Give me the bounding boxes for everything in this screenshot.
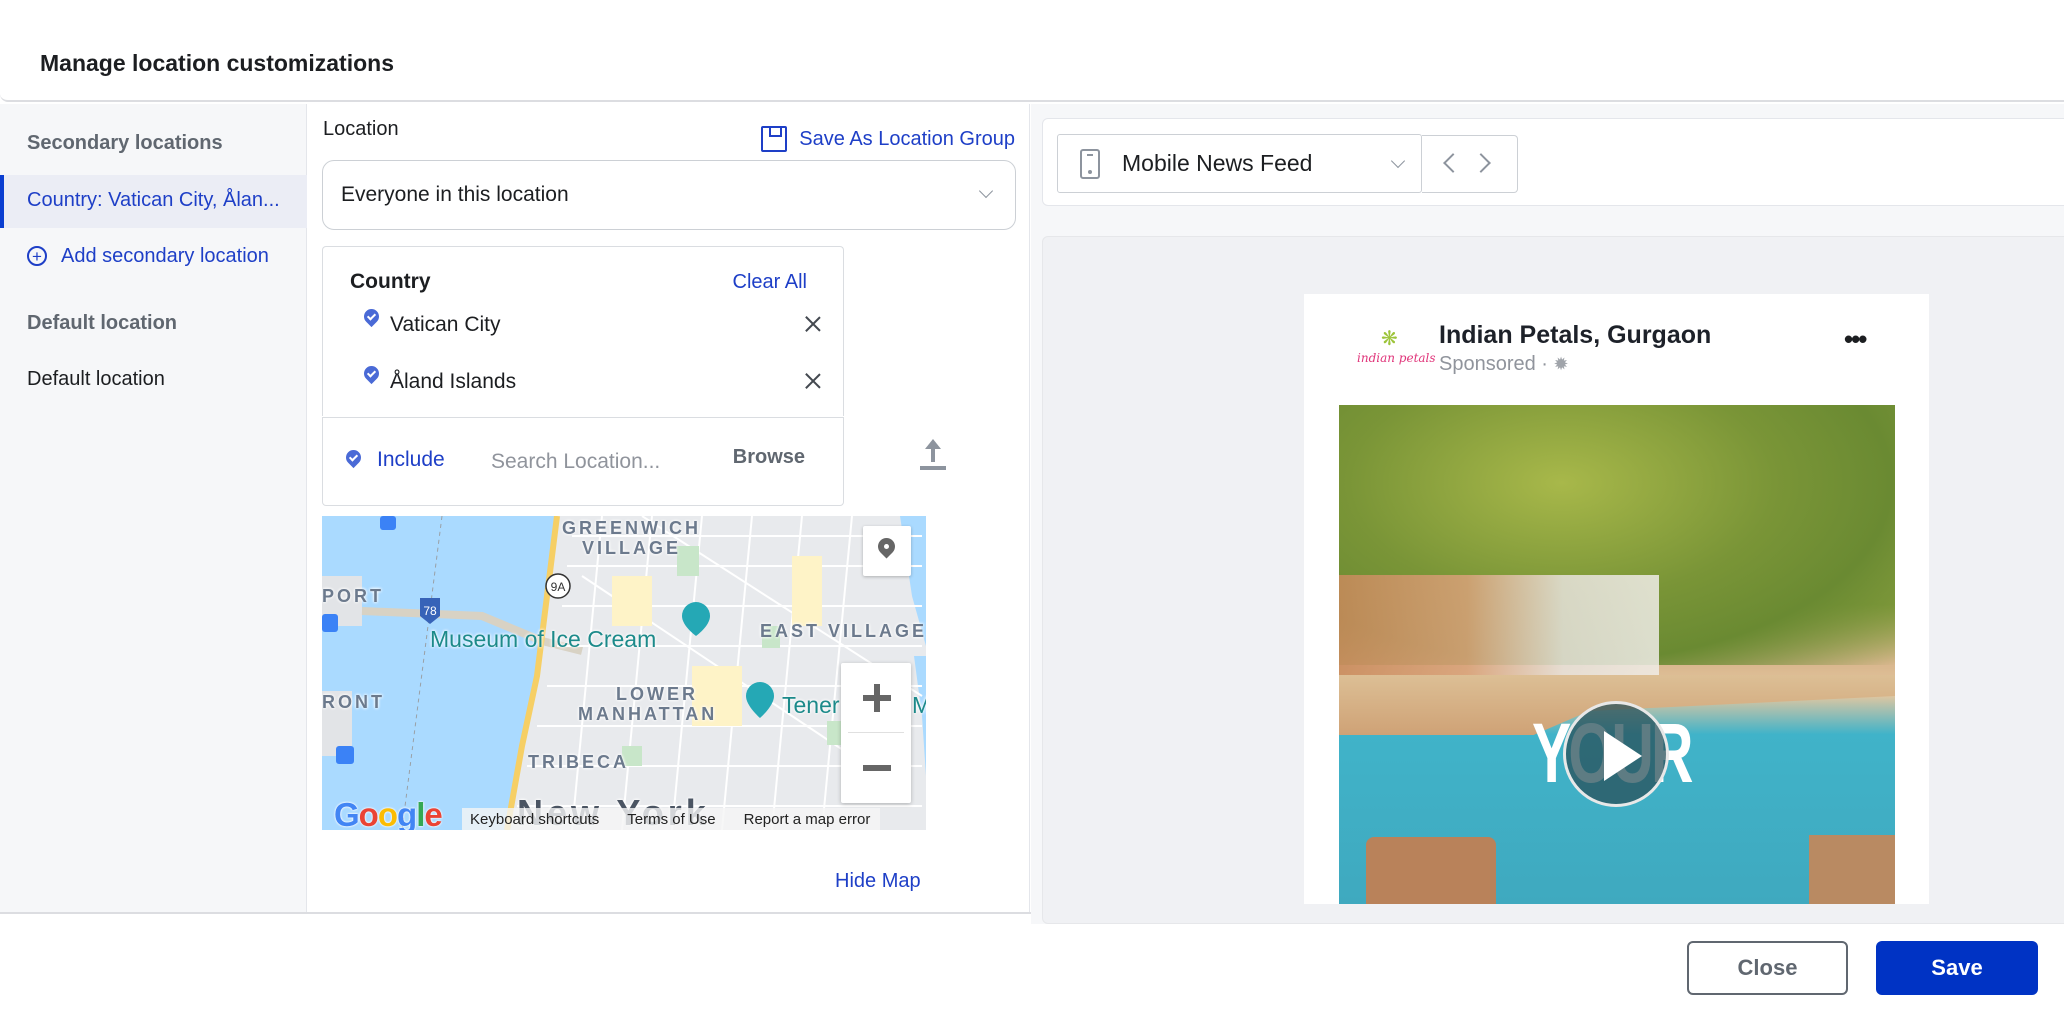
footer-divider	[0, 912, 1031, 914]
location-pin-check-icon	[364, 366, 379, 386]
map-poi-label[interactable]: Mu	[912, 692, 926, 719]
map-neighborhood-label: LOWER	[616, 684, 698, 704]
save-button[interactable]: Save	[1876, 941, 2038, 995]
remove-location-icon[interactable]	[802, 313, 824, 335]
dialog-header: Manage location customizations	[0, 0, 2064, 102]
sidebar-item-default-location[interactable]: Default location	[27, 368, 165, 391]
dialog-title: Manage location customizations	[40, 50, 394, 76]
map-background: 9A 78	[322, 516, 926, 830]
map-neighborhood-label: PORT	[322, 586, 385, 606]
remove-location-icon[interactable]	[802, 370, 824, 392]
location-pin-check-icon	[346, 450, 361, 470]
play-icon[interactable]	[1563, 701, 1669, 807]
preview-canvas: ❋ indian petals Indian Petals, Gurgaon S…	[1042, 236, 2064, 924]
locations-sidebar: Secondary locations Country: Vatican Cit…	[0, 104, 307, 913]
map-poi-label[interactable]: Tener	[782, 692, 840, 719]
map-neighborhood-label: MANHATTAN	[578, 704, 718, 724]
location-pin-check-icon	[364, 309, 379, 329]
sidebar-item-secondary-location[interactable]: Country: Vatican City, Ålan...	[0, 175, 307, 228]
clear-all-link[interactable]: Clear All	[733, 271, 807, 294]
map-poi-label[interactable]: Museum of Ice Cream	[430, 626, 656, 653]
location-panel: Location Save As Location Group Everyone…	[308, 104, 1030, 913]
placement-value: Mobile News Feed	[1122, 150, 1313, 176]
upload-icon[interactable]	[918, 439, 948, 473]
ad-preview-card: ❋ indian petals Indian Petals, Gurgaon S…	[1304, 294, 1929, 904]
ad-video-thumbnail[interactable]: YOUR	[1339, 405, 1895, 904]
map-neighborhood-label: EAST VILLAGE	[760, 621, 926, 641]
include-dropdown[interactable]: Include	[346, 448, 445, 472]
search-location-input[interactable]	[491, 442, 711, 482]
chevron-down-icon	[978, 183, 994, 199]
more-options-icon[interactable]: •••	[1844, 324, 1867, 355]
selected-location-item: Åland Islands	[364, 364, 824, 400]
map-location-pin-button[interactable]	[863, 526, 911, 576]
plus-circle-icon: +	[27, 246, 47, 266]
mobile-phone-icon	[1080, 149, 1100, 179]
add-secondary-location-button[interactable]: + Add secondary location	[27, 242, 269, 270]
hide-map-link[interactable]: Hide Map	[835, 870, 921, 893]
include-label: Include	[377, 448, 445, 471]
keyboard-shortcuts-link[interactable]: Keyboard shortcuts	[470, 811, 599, 828]
map-neighborhood-label: GREENWICH	[562, 518, 701, 538]
secondary-locations-heading: Secondary locations	[27, 132, 223, 154]
chevron-down-icon	[1390, 153, 1406, 169]
location-audience-value: Everyone in this location	[341, 183, 569, 206]
google-logo: Google	[334, 796, 443, 830]
page-logo: ❋ indian petals	[1357, 328, 1436, 383]
location-search-bar: Include Browse	[322, 417, 844, 506]
save-as-location-group-button[interactable]: Save As Location Group	[761, 126, 1015, 152]
browse-button[interactable]: Browse	[733, 446, 805, 469]
logo-text: indian petals	[1357, 351, 1436, 365]
add-secondary-location-label: Add secondary location	[61, 244, 269, 267]
selected-location-name: Vatican City	[390, 313, 501, 336]
country-group-title: Country	[350, 270, 431, 293]
sidebar-item-label: Country: Vatican City, Ålan...	[27, 189, 280, 211]
placement-select[interactable]: Mobile News Feed	[1057, 134, 1422, 193]
chevron-left-icon[interactable]	[1443, 153, 1463, 173]
zoom-in-button[interactable]	[841, 663, 911, 733]
close-button[interactable]: Close	[1687, 941, 1848, 995]
location-audience-select[interactable]: Everyone in this location	[322, 160, 1016, 230]
map-zoom-control	[841, 663, 911, 803]
terms-of-use-link[interactable]: Terms of Use	[627, 811, 715, 828]
save-as-location-group-label: Save As Location Group	[799, 127, 1015, 150]
map-neighborhood-label: VILLAGE	[582, 538, 682, 558]
placement-pager	[1422, 135, 1518, 193]
ad-sponsored-line: Sponsored · ✹	[1439, 353, 1569, 376]
chevron-right-icon[interactable]	[1471, 153, 1491, 173]
location-map[interactable]: 9A 78 GREENWICH VILLAGE EAST VILLAGE LOW…	[322, 516, 926, 830]
preview-toolbar: Mobile News Feed	[1042, 118, 2064, 206]
sponsored-label: Sponsored ·	[1439, 353, 1548, 375]
report-map-error-link[interactable]: Report a map error	[744, 811, 871, 828]
ad-preview-panel: Mobile News Feed ❋ indian petals Indian …	[1031, 104, 2064, 924]
route-shield-78: 78	[423, 604, 437, 618]
location-label: Location	[323, 118, 399, 140]
map-neighborhood-label: TRIBECA	[528, 752, 629, 772]
ad-page-name: Indian Petals, Gurgaon	[1439, 321, 1712, 349]
route-shield-9a: 9A	[551, 580, 566, 594]
selected-location-item: Vatican City	[364, 307, 824, 343]
zoom-out-button[interactable]	[841, 733, 911, 803]
map-attribution-bar: Keyboard shortcuts Terms of Use Report a…	[462, 808, 881, 830]
flower-icon: ❋	[1381, 328, 1398, 350]
map-neighborhood-label: RONT	[322, 692, 385, 712]
globe-settings-icon: ✹	[1553, 354, 1569, 374]
default-location-heading: Default location	[27, 312, 178, 334]
selected-locations-box: Country Clear All Vatican City Åland Isl…	[322, 246, 844, 416]
floppy-disk-icon	[761, 126, 788, 152]
selected-location-name: Åland Islands	[390, 370, 517, 393]
